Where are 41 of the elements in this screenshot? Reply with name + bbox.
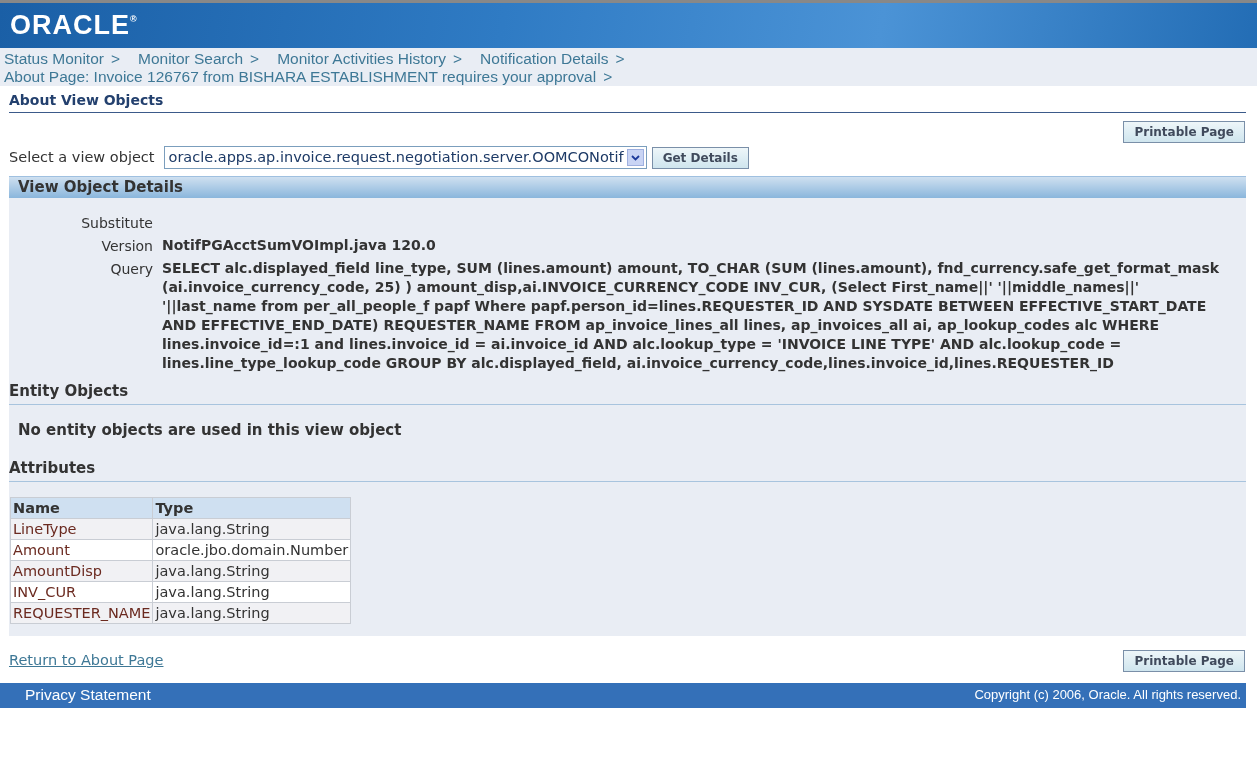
privacy-link[interactable]: Privacy Statement (25, 683, 151, 707)
table-cell: java.lang.String (152, 518, 351, 539)
breadcrumb-separator: > (453, 50, 463, 67)
get-details-button[interactable]: Get Details (651, 146, 749, 169)
table-cell: INV_CUR (10, 581, 153, 602)
field-value: SELECT alc.displayed_field line_type, SUM (lines.amount) amount, TO_CHAR (SUM (lines.amount), fnd_currency.safe_get_format_mask (ai.invoice_currency_code, 25) ) amount_disp,ai.INVOICE_CURRENCY_CODE INV_CUR, (Select First_name||' '||middle_names||' '||last_name from per_all_people_f papf Where papf.person_id=lines.REQUESTER_ID AND SYSDATE BETWEEN EFFECTIVE_START_DATE AND EFFECTIVE_END_DATE) REQUESTER_NAME FROM ap_invoice_lines_all lines, ap_invoices_all ai, ap_lookup_codes alc WHERE lines.invoice_id=:1 and lines.invoice_id = ai.invoice_id AND alc.lookup_type = 'INVOICE LINE TYPE' AND alc.lookup_code = lines.line_type_lookup_code GROUP BY alc.displayed_field, ai.invoice_currency_code,lines.invoice_id,lines.REQUESTER_ID (161, 259, 1221, 373)
breadcrumb-separator: > (110, 50, 120, 67)
logo: ORACLE$^{®}$ (10, 12, 138, 39)
column-header: Type (152, 497, 351, 518)
table-cell: java.lang.String (152, 560, 351, 581)
table-cell: oracle.jbo.domain.Number (152, 539, 351, 560)
printable-page-button[interactable]: Printable Page (1123, 649, 1245, 672)
subsection-title: Entity Objects (9, 378, 1246, 405)
field-label: Substitute (80, 214, 153, 233)
breadcrumb-link[interactable]: Status Monitor (4, 50, 104, 67)
page-title: About View Objects (9, 90, 1246, 113)
section-header: View Object Details (9, 176, 1246, 198)
breadcrumb-separator: > (615, 50, 625, 67)
copyright-text: Copyright (c) 2006, Oracle. All rights reserved. (974, 686, 1241, 705)
field-label: Query (109, 260, 153, 279)
subsection-title: Attributes (9, 455, 1246, 482)
column-header: Name (10, 497, 153, 518)
select-label: Select a view object (9, 147, 155, 167)
table-cell: LineType (10, 518, 153, 539)
view-object-select[interactable]: oracle.apps.ap.invoice.request.negotiation.server.OOMCONotif (163, 146, 647, 169)
breadcrumb-separator: > (603, 68, 613, 85)
table-cell: java.lang.String (152, 602, 351, 623)
breadcrumb-link[interactable]: Monitor Activities History (277, 50, 446, 67)
printable-page-button[interactable]: Printable Page (1123, 121, 1245, 143)
breadcrumb-separator: > (250, 50, 260, 67)
empty-message: No entity objects are used in this view object (17, 419, 403, 441)
table-cell: java.lang.String (152, 581, 351, 602)
return-link[interactable]: Return to About Page (9, 649, 164, 672)
table-cell: REQUESTER_NAME (10, 602, 153, 623)
field-value: NotifPGAcctSumVOImpl.java 120.0 (161, 236, 437, 255)
table-cell: Amount (10, 539, 153, 560)
table-cell: AmountDisp (10, 560, 153, 581)
breadcrumb-link[interactable]: About Page: Invoice 126767 from BISHARA ESTABLISHMENT requires your approval (4, 68, 597, 85)
field-label: Version (100, 237, 153, 256)
breadcrumb-link[interactable]: Notification Details (480, 50, 609, 67)
breadcrumb-link[interactable]: Monitor Search (138, 50, 244, 67)
